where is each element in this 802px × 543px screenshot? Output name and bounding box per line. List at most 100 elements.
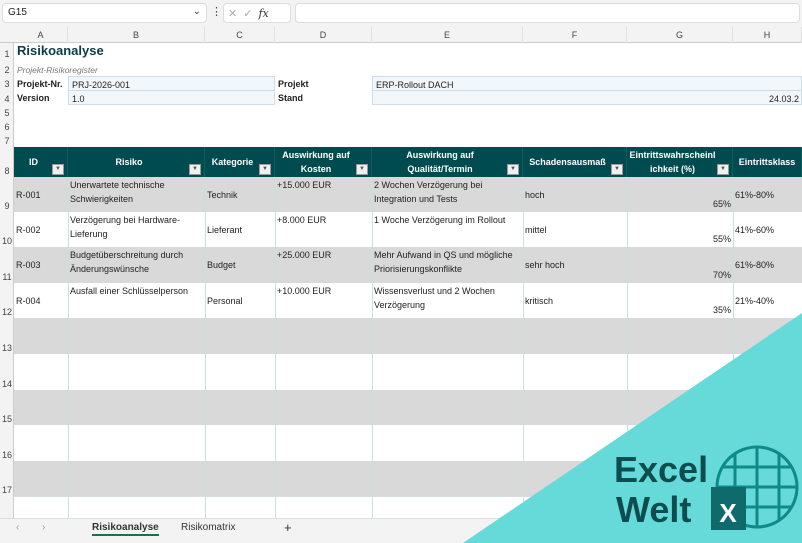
filter-dropdown-icon[interactable]: ▼ xyxy=(356,164,368,175)
eintrittsklasse-cell[interactable]: 21%-40% xyxy=(733,283,802,318)
schadensausmass-cell[interactable]: sehr hoch xyxy=(523,247,627,283)
header-label: Auswirkung auf Qualität/Termin xyxy=(406,150,474,174)
tab-risikomatrix[interactable]: Risikomatrix xyxy=(181,522,235,533)
row-band xyxy=(14,461,802,496)
cell-value: 61%-80% xyxy=(735,189,775,200)
version-field[interactable]: 1.0 xyxy=(68,90,275,105)
chevron-left-icon[interactable]: ‹ xyxy=(16,522,19,533)
schadensausmass-cell[interactable]: mittel xyxy=(523,212,627,247)
row-header-17[interactable]: 17 xyxy=(0,461,14,496)
schadensausmass-cell[interactable]: hoch xyxy=(523,177,627,212)
row-header-4[interactable]: 4 xyxy=(0,90,14,105)
header-label: Eintrittsklass xyxy=(738,157,796,167)
column-header-D[interactable]: D xyxy=(275,27,372,43)
cell-value: +15.000 EUR xyxy=(277,180,332,190)
row-header-7[interactable]: 7 xyxy=(0,133,14,147)
schadensausmass-cell[interactable]: kritisch xyxy=(523,283,627,318)
row-header-10[interactable]: 10 xyxy=(0,212,14,247)
header-label: Schadensausmaß xyxy=(529,157,606,167)
id-cell[interactable]: R-003 xyxy=(14,247,68,283)
qualitaet-cell[interactable]: 2 Wochen Verzögerung bei Integration und… xyxy=(372,177,523,212)
kategorie-cell[interactable]: Technik xyxy=(205,177,275,212)
row-header-5[interactable]: 5 xyxy=(0,105,14,119)
add-sheet-button[interactable]: + xyxy=(284,520,292,535)
row-header-15[interactable]: 15 xyxy=(0,390,14,425)
wahrscheinlichkeit-cell[interactable]: 55% xyxy=(627,212,733,247)
filter-dropdown-icon[interactable]: ▼ xyxy=(52,164,64,175)
worksheet-grid[interactable]: Risikoanalyse Projekt-Risikoregister Pro… xyxy=(14,43,802,518)
table-header-cell: ID ▼ xyxy=(14,147,68,177)
more-icon[interactable]: ⋮ xyxy=(211,5,222,18)
tab-risikoanalyse[interactable]: Risikoanalyse xyxy=(92,522,159,536)
qualitaet-cell[interactable]: Wissensverlust und 2 Wochen Verzögerung xyxy=(372,283,523,318)
kosten-cell[interactable]: +25.000 EUR xyxy=(275,247,372,283)
eintrittsklasse-cell[interactable]: 61%-80% xyxy=(733,247,802,283)
id-cell[interactable]: R-001 xyxy=(14,177,68,212)
column-header-G[interactable]: G xyxy=(627,27,733,43)
cell-value: 1 Woche Verzögerung im Rollout xyxy=(374,215,506,225)
name-box-value: G15 xyxy=(8,7,27,18)
cell-value: +8.000 EUR xyxy=(277,215,327,225)
risiko-cell[interactable]: Verzögerung bei Hardware-Lieferung xyxy=(68,212,205,247)
qualitaet-cell[interactable]: 1 Woche Verzögerung im Rollout xyxy=(372,212,523,247)
risiko-cell[interactable]: Budgetüberschreitung durch Änderungswüns… xyxy=(68,247,205,283)
row-header-11[interactable]: 11 xyxy=(0,247,14,283)
cell-value: R-003 xyxy=(16,260,41,270)
chevron-right-icon[interactable]: › xyxy=(42,522,45,533)
wahrscheinlichkeit-cell[interactable]: 65% xyxy=(627,177,733,212)
header-label: Eintrittswahrscheinlichkeit (%) xyxy=(629,150,716,174)
row-header-2[interactable]: 2 xyxy=(0,60,14,76)
kategorie-cell[interactable]: Personal xyxy=(205,283,275,318)
kategorie-cell[interactable]: Lieferant xyxy=(205,212,275,247)
filter-dropdown-icon[interactable]: ▼ xyxy=(189,164,201,175)
version-label: Version xyxy=(17,93,50,103)
row-header-8[interactable]: 8 xyxy=(0,147,14,177)
qualitaet-cell[interactable]: Mehr Aufwand in QS und mögliche Priorisi… xyxy=(372,247,523,283)
kosten-cell[interactable]: +8.000 EUR xyxy=(275,212,372,247)
id-cell[interactable]: R-004 xyxy=(14,283,68,318)
row-header-3[interactable]: 3 xyxy=(0,76,14,90)
row-header-16[interactable]: 16 xyxy=(0,425,14,461)
column-header-A[interactable]: A xyxy=(14,27,68,43)
risiko-cell[interactable]: Unerwartete technische Schwierigkeiten xyxy=(68,177,205,212)
column-header-E[interactable]: E xyxy=(372,27,523,43)
row-header-9[interactable]: 9 xyxy=(0,177,14,212)
risiko-cell[interactable]: Ausfall einer Schlüsselperson xyxy=(68,283,205,318)
filter-dropdown-icon[interactable]: ▼ xyxy=(611,164,623,175)
column-header-H[interactable]: H xyxy=(733,27,802,43)
formula-input[interactable] xyxy=(295,3,800,23)
wahrscheinlichkeit-cell[interactable]: 70% xyxy=(627,247,733,283)
stand-label: Stand xyxy=(278,93,304,103)
row-header-12[interactable]: 12 xyxy=(0,283,14,318)
kosten-cell[interactable]: +10.000 EUR xyxy=(275,283,372,318)
name-box[interactable]: G15 ⌄ xyxy=(2,3,207,23)
chevron-down-icon[interactable]: ⌄ xyxy=(193,6,201,17)
row-header-14[interactable]: 14 xyxy=(0,354,14,390)
kategorie-cell[interactable]: Budget xyxy=(205,247,275,283)
kosten-cell[interactable]: +15.000 EUR xyxy=(275,177,372,212)
column-header-B[interactable]: B xyxy=(68,27,205,43)
filter-dropdown-icon[interactable]: ▼ xyxy=(717,164,729,175)
cancel-icon[interactable]: ✕ xyxy=(228,7,237,20)
filter-dropdown-icon[interactable]: ▼ xyxy=(507,164,519,175)
cell-value: hoch xyxy=(525,189,545,200)
cell-value: 65% xyxy=(712,199,731,209)
confirm-icon[interactable]: ✓ xyxy=(243,7,252,20)
column-header-F[interactable]: F xyxy=(523,27,627,43)
eintrittsklasse-cell[interactable]: 61%-80% xyxy=(733,177,802,212)
sheet-title: Risikoanalyse xyxy=(17,43,104,58)
fx-icon[interactable]: fx xyxy=(258,7,268,20)
id-cell[interactable]: R-002 xyxy=(14,212,68,247)
filter-dropdown-icon[interactable]: ▼ xyxy=(259,164,271,175)
cell-value: mittel xyxy=(525,224,547,235)
table-header-cell: Risiko ▼ xyxy=(68,147,205,177)
projekt-nr-field[interactable]: PRJ-2026-001 xyxy=(68,76,275,91)
stand-field[interactable]: 24.03.2 xyxy=(372,90,802,105)
column-header-C[interactable]: C xyxy=(205,27,275,43)
row-header-1[interactable]: 1 xyxy=(0,43,14,60)
row-header-13[interactable]: 13 xyxy=(0,318,14,354)
eintrittsklasse-cell[interactable]: 41%-60% xyxy=(733,212,802,247)
row-header-6[interactable]: 6 xyxy=(0,119,14,133)
projekt-field[interactable]: ERP-Rollout DACH xyxy=(372,76,802,91)
wahrscheinlichkeit-cell[interactable]: 35% xyxy=(627,283,733,318)
